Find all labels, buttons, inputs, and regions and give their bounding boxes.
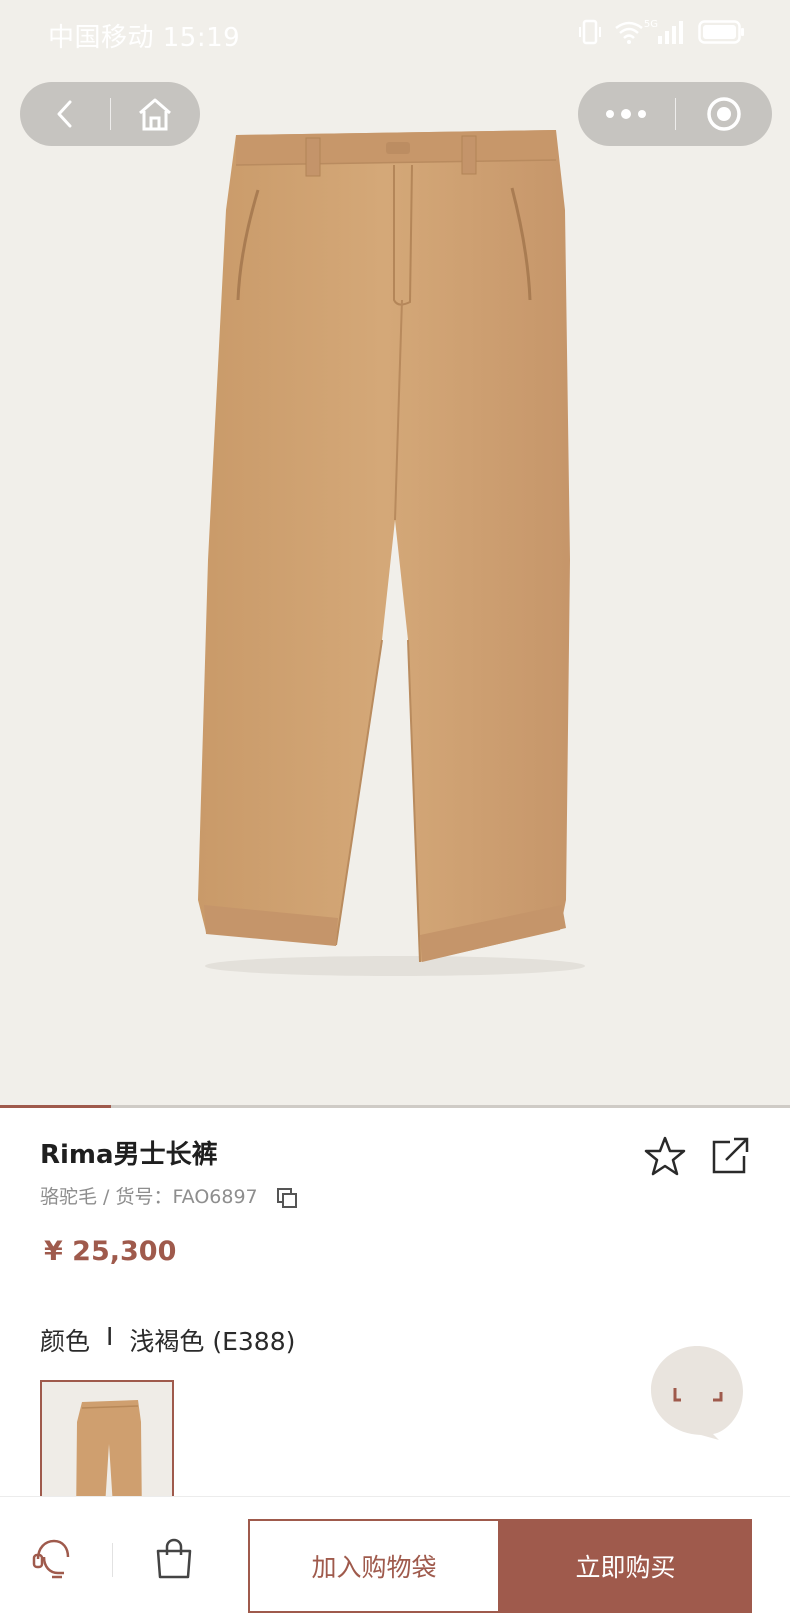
nav-capsule bbox=[20, 82, 200, 146]
product-price: ¥ 25,300 bbox=[44, 1236, 177, 1267]
more-dots-icon bbox=[606, 109, 647, 119]
product-meta: 骆驼毛 / 货号：FAO6897 bbox=[40, 1182, 298, 1209]
product-meta-text: 骆驼毛 / 货号：FAO6897 bbox=[40, 1186, 258, 1208]
gallery-progress bbox=[0, 1105, 790, 1108]
back-button[interactable] bbox=[20, 82, 110, 146]
carrier-time: 中国移动 15:19 bbox=[48, 23, 241, 53]
favorite-button[interactable] bbox=[643, 1134, 687, 1178]
color-swatch[interactable] bbox=[40, 1380, 174, 1500]
gallery-progress-fill bbox=[0, 1105, 111, 1108]
close-miniprogram-button[interactable] bbox=[676, 82, 773, 146]
color-row: 颜色 I 浅褐色 (E388) bbox=[40, 1322, 295, 1358]
battery-icon bbox=[698, 20, 744, 44]
color-separator: I bbox=[106, 1322, 114, 1351]
product-image bbox=[198, 130, 585, 976]
more-button[interactable] bbox=[578, 82, 675, 146]
swatch-thumbnail bbox=[76, 1400, 142, 1498]
signal-icon bbox=[658, 21, 683, 44]
bar-divider bbox=[112, 1543, 113, 1577]
add-to-bag-button[interactable]: 加入购物袋 bbox=[248, 1519, 500, 1613]
customer-service-icon bbox=[32, 1539, 70, 1579]
chat-button[interactable] bbox=[649, 1344, 745, 1440]
copy-icon[interactable] bbox=[276, 1187, 298, 1209]
chat-bubble-icon bbox=[651, 1346, 743, 1440]
vibrate-icon bbox=[579, 19, 601, 45]
star-icon bbox=[644, 1136, 686, 1176]
color-label: 颜色 bbox=[40, 1327, 91, 1356]
customer-service-button[interactable] bbox=[30, 1537, 74, 1581]
product-gallery[interactable]: 中国移动 15:19 5G bbox=[0, 0, 790, 1108]
status-bar: 中国移动 15:19 5G bbox=[0, 0, 790, 66]
buy-now-button[interactable]: 立即购买 bbox=[499, 1519, 752, 1613]
shopping-bag-icon bbox=[156, 1538, 192, 1579]
chevron-left-icon bbox=[57, 100, 72, 128]
home-icon bbox=[139, 98, 172, 131]
shopping-bag-button[interactable] bbox=[152, 1537, 196, 1581]
share-button[interactable] bbox=[708, 1134, 752, 1178]
home-button[interactable] bbox=[111, 82, 201, 146]
menu-capsule bbox=[578, 82, 772, 146]
product-title: Rima男士长裤 bbox=[40, 1140, 218, 1170]
wifi-icon bbox=[615, 21, 643, 44]
color-value: 浅褐色 (E388) bbox=[129, 1327, 296, 1356]
bottom-action-bar: 加入购物袋 立即购买 bbox=[0, 1496, 790, 1614]
close-target-icon bbox=[707, 97, 741, 131]
share-icon bbox=[712, 1137, 749, 1174]
